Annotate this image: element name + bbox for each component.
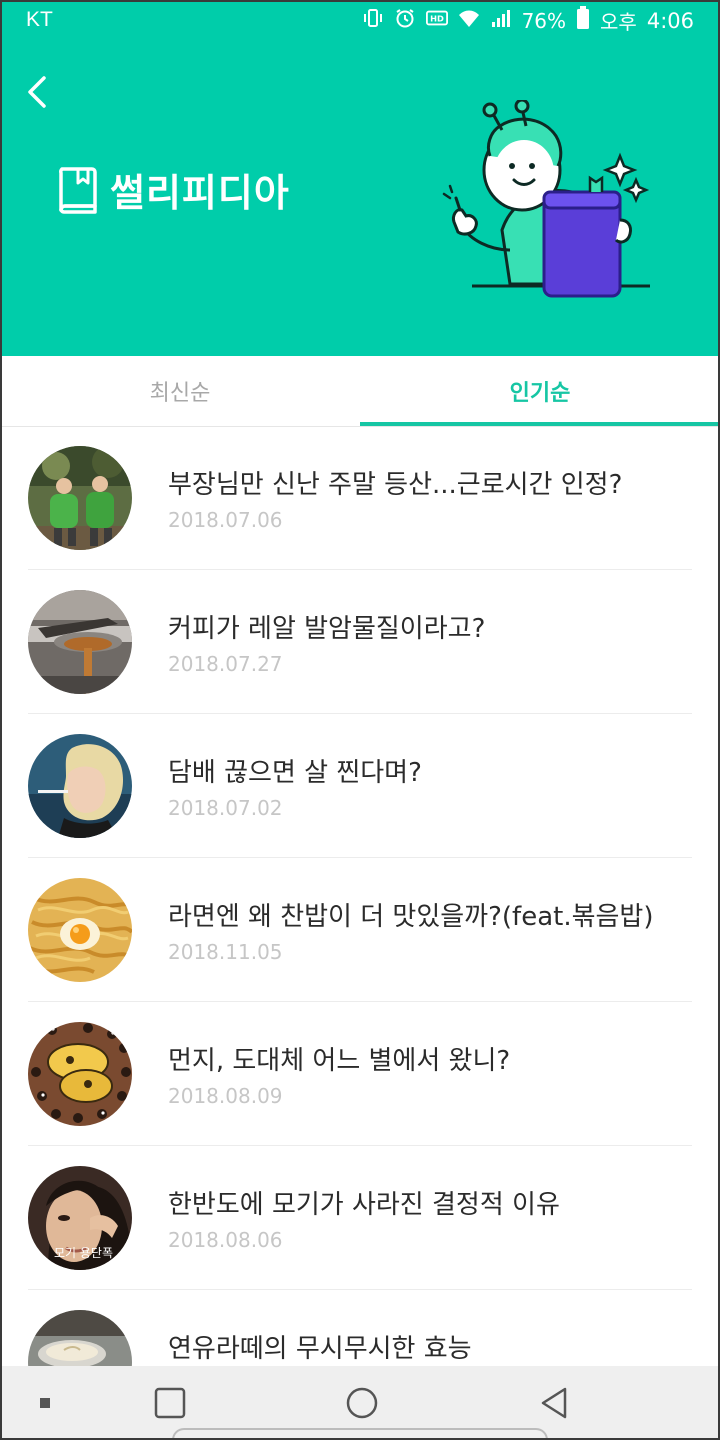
article-date: 2018.07.06 — [168, 508, 283, 532]
article-title: 한반도에 모기가 사라진 결정적 이유 — [168, 1190, 560, 1220]
list-item[interactable]: 모기 용단폭 한반도에 모기가 사라진 결정적 이유 2018.08.06 — [28, 1146, 692, 1290]
article-date: 2018.11.05 — [168, 940, 283, 964]
carrier-label: KT — [26, 8, 53, 31]
vibrate-icon — [362, 7, 384, 34]
article-title: 라면엔 왜 찬밥이 더 맛있을까?(feat.볶음밥) — [168, 902, 654, 932]
time-ampm: 오후 — [600, 10, 637, 34]
brand-logo: 썰리피디아 — [56, 162, 290, 217]
list-item[interactable]: 먼지, 도대체 어느 별에서 왔니? 2018.08.09 — [28, 1002, 692, 1146]
article-thumbnail — [28, 590, 132, 694]
system-nav-bar — [0, 1366, 720, 1440]
list-item[interactable]: 라면엔 왜 찬밥이 더 맛있을까?(feat.볶음밥) 2018.11.05 — [28, 858, 692, 1002]
signal-icon — [490, 7, 512, 34]
article-thumbnail — [28, 1310, 132, 1366]
article-date: 2018.07.27 — [168, 652, 283, 676]
app-header: KT HD 76% 오후 4:06 썰리피디아 — [0, 0, 720, 356]
article-date: 2018.07.02 — [168, 796, 283, 820]
recent-apps-dot-button[interactable] — [28, 1366, 62, 1440]
back-triangle-icon — [541, 1387, 567, 1419]
thumbnail-caption: 모기 용단폭 — [54, 1246, 114, 1260]
article-date: 2018.08.09 — [168, 1084, 283, 1108]
article-thumbnail — [28, 734, 132, 838]
recent-apps-dot-icon — [40, 1398, 50, 1408]
sort-tabs: 최신순 인기순 — [0, 356, 720, 427]
article-title: 먼지, 도대체 어느 별에서 왔니? — [168, 1046, 511, 1076]
article-thumbnail — [28, 1022, 132, 1126]
back-button[interactable] — [22, 72, 56, 112]
wifi-icon — [458, 7, 480, 34]
book-icon — [59, 166, 97, 214]
article-thumbnail — [28, 446, 132, 550]
brand-title: 썰리피디아 — [110, 171, 290, 215]
mascot-illustration — [442, 100, 650, 298]
home-circle-icon — [346, 1387, 378, 1419]
article-title: 연유라떼의 무시무시한 효능 — [168, 1334, 472, 1364]
battery-icon — [576, 6, 590, 35]
list-item[interactable]: 부장님만 신난 주말 등산...근로시간 인정? 2018.07.06 — [28, 426, 692, 570]
article-title: 부장님만 신난 주말 등산...근로시간 인정? — [168, 470, 623, 500]
tab-latest[interactable]: 최신순 — [0, 356, 360, 426]
status-bar: KT HD 76% 오후 4:06 — [0, 0, 720, 42]
chevron-left-icon — [28, 76, 46, 108]
list-item[interactable]: 커피가 레알 발암물질이라고? 2018.07.27 — [28, 570, 692, 714]
list-item[interactable]: 연유라떼의 무시무시한 효능 — [28, 1290, 692, 1366]
overview-square-icon — [154, 1387, 186, 1419]
battery-percent: 76% — [521, 8, 567, 33]
article-thumbnail — [28, 878, 132, 982]
gesture-handle — [172, 1428, 548, 1440]
alarm-icon — [394, 7, 416, 34]
tab-popular[interactable]: 인기순 — [360, 356, 720, 426]
article-title: 커피가 레알 발암물질이라고? — [168, 614, 486, 644]
time-label: 4:06 — [646, 8, 694, 33]
article-list: 부장님만 신난 주말 등산...근로시간 인정? 2018.07.06 커피가 … — [0, 426, 720, 1366]
article-title: 담배 끊으면 살 찐다며? — [168, 758, 422, 788]
list-item[interactable]: 담배 끊으면 살 찐다며? 2018.07.02 — [28, 714, 692, 858]
hd-icon: HD — [425, 7, 448, 34]
svg-text:HD: HD — [430, 14, 444, 24]
article-date: 2018.08.06 — [168, 1228, 283, 1252]
